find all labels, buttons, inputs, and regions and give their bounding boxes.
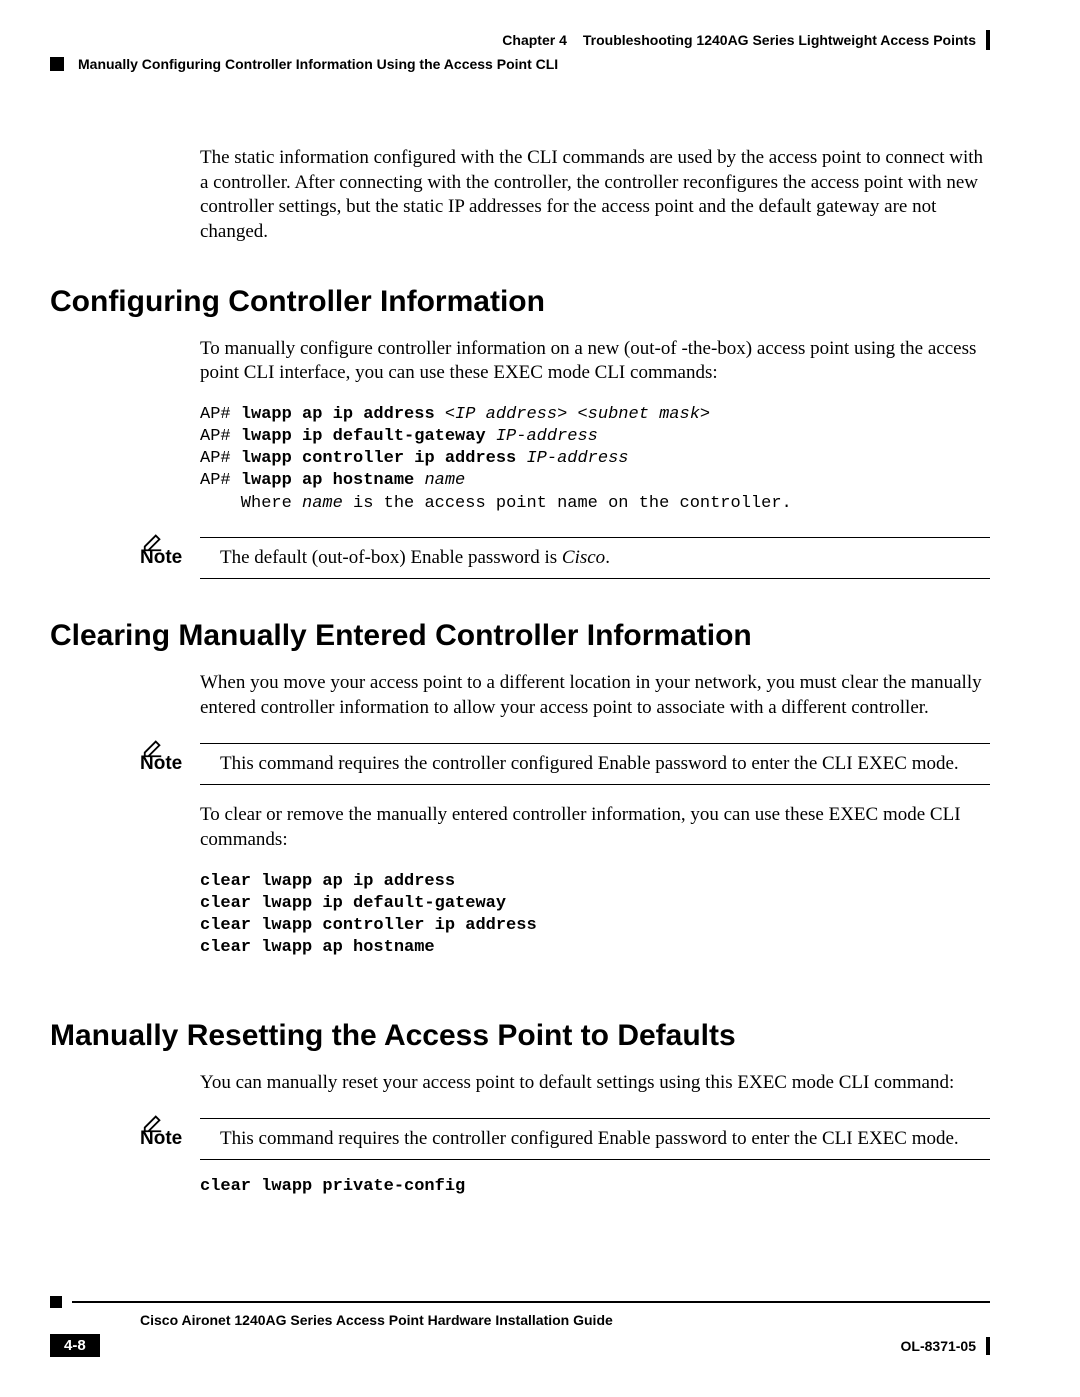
section-heading-configuring: Configuring Controller Information: [50, 285, 990, 319]
section-heading-clearing: Clearing Manually Entered Controller Inf…: [50, 619, 990, 653]
chapter-title: Troubleshooting 1240AG Series Lightweigh…: [583, 32, 976, 48]
page-number: 4-8: [50, 1334, 100, 1357]
s1-cli: AP# lwapp ap ip address <IP address> <su…: [200, 404, 990, 514]
section-heading-resetting: Manually Resetting the Access Point to D…: [50, 1019, 990, 1053]
s3-paragraph: You can manually reset your access point…: [200, 1071, 990, 1096]
breadcrumb-marker: [50, 57, 64, 71]
pencil-icon: [140, 531, 166, 561]
s2-note: Note This command requires the controlle…: [200, 743, 990, 786]
s1-paragraph: To manually configure controller informa…: [200, 337, 990, 386]
header-rule: [986, 30, 990, 50]
s2-cli: clear lwapp ap ip address clear lwapp ip…: [200, 871, 990, 959]
footer-marker: [50, 1296, 62, 1308]
intro-paragraph: The static information configured with t…: [200, 146, 990, 245]
pencil-icon: [140, 1112, 166, 1142]
s3-cli: clear lwapp private-config: [200, 1176, 990, 1198]
chapter-label: Chapter 4: [502, 32, 567, 48]
s2-paragraph2: To clear or remove the manually entered …: [200, 803, 990, 852]
s2-paragraph: When you move your access point to a dif…: [200, 671, 990, 720]
breadcrumb: Manually Configuring Controller Informat…: [78, 56, 558, 72]
note-text: The default (out-of-box) Enable password…: [220, 546, 610, 571]
s3-note: Note This command requires the controlle…: [200, 1118, 990, 1161]
breadcrumb-row: Manually Configuring Controller Informat…: [50, 56, 990, 72]
s1-note: Note The default (out-of-box) Enable pas…: [200, 537, 990, 580]
running-header: Chapter 4 Troubleshooting 1240AG Series …: [50, 30, 990, 50]
note-text: This command requires the controller con…: [220, 1127, 959, 1152]
doc-id: OL-8371-05: [901, 1337, 990, 1355]
footer-rule: [50, 1296, 990, 1308]
note-text: This command requires the controller con…: [220, 752, 959, 777]
footer-guide-title: Cisco Aironet 1240AG Series Access Point…: [140, 1312, 990, 1328]
pencil-icon: [140, 737, 166, 767]
